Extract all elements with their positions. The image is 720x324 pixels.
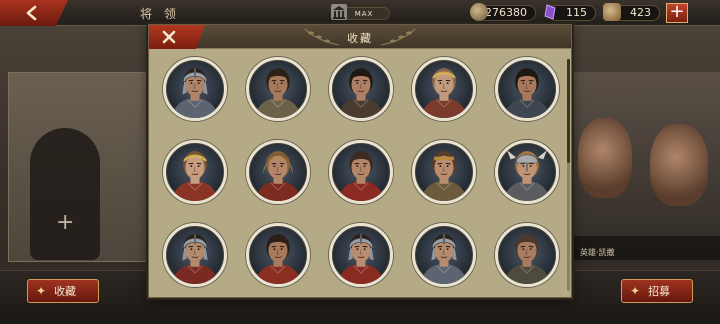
horn-icon: [603, 3, 621, 21]
general-portrait[interactable]: [246, 140, 310, 204]
collection-modal: 收藏: [148, 24, 572, 298]
portrait-grid: [161, 57, 563, 293]
general-portrait[interactable]: [495, 140, 559, 204]
general-portrait[interactable]: [412, 57, 476, 121]
portrait-image: [254, 151, 302, 201]
close-icon: [162, 30, 176, 44]
recruit-icon: ✦: [630, 284, 641, 298]
portrait-image: [254, 68, 302, 118]
close-button[interactable]: [149, 25, 205, 49]
portrait-image: [171, 234, 219, 284]
portrait-image: [337, 234, 385, 284]
portrait-image: [337, 151, 385, 201]
general-portrait[interactable]: [412, 223, 476, 287]
top-bar: 将 领 MAX 276380 115 423 +: [0, 0, 720, 26]
general-portrait[interactable]: [412, 140, 476, 204]
portrait-image: [503, 68, 551, 118]
laurel-icon: ✦: [36, 284, 47, 298]
page-title: 将 领: [140, 7, 180, 21]
scrollbar-thumb[interactable]: [567, 59, 570, 163]
recruit-button[interactable]: ✦ 招募: [621, 279, 693, 303]
general-portrait[interactable]: [246, 223, 310, 287]
portrait-image: [254, 234, 302, 284]
gem-icon: [541, 3, 559, 21]
general-name-label: 英雄·凯撒: [572, 236, 720, 260]
portrait-image: [420, 151, 468, 201]
general-face-1: [578, 118, 632, 198]
portrait-image: [503, 234, 551, 284]
portrait-image: [171, 151, 219, 201]
portrait-image: [420, 234, 468, 284]
add-general-icon[interactable]: +: [56, 210, 74, 235]
general-portrait[interactable]: [495, 223, 559, 287]
general-portrait[interactable]: [495, 57, 559, 121]
portrait-image: [503, 150, 551, 201]
general-portrait[interactable]: [246, 57, 310, 121]
general-portrait[interactable]: [163, 140, 227, 204]
museum-icon[interactable]: [331, 4, 347, 20]
general-silhouette: [30, 128, 100, 260]
general-portrait[interactable]: [163, 57, 227, 121]
portrait-image: [420, 68, 468, 118]
recruit-button-label: 招募: [648, 285, 671, 298]
portrait-image: [171, 68, 219, 118]
coin-icon: [470, 3, 488, 21]
collect-button[interactable]: ✦ 收藏: [27, 279, 99, 303]
general-portrait[interactable]: [329, 140, 393, 204]
back-button[interactable]: [0, 0, 68, 26]
general-portrait[interactable]: [163, 223, 227, 287]
add-currency-button[interactable]: +: [666, 3, 688, 23]
collect-button-label: 收藏: [54, 285, 77, 298]
general-face-2: [650, 124, 708, 206]
general-portrait[interactable]: [329, 223, 393, 287]
portrait-image: [337, 68, 385, 118]
modal-title: 收藏: [347, 32, 373, 45]
general-portrait[interactable]: [329, 57, 393, 121]
back-arrow-icon: [26, 5, 37, 21]
modal-header: 收藏: [149, 25, 571, 49]
